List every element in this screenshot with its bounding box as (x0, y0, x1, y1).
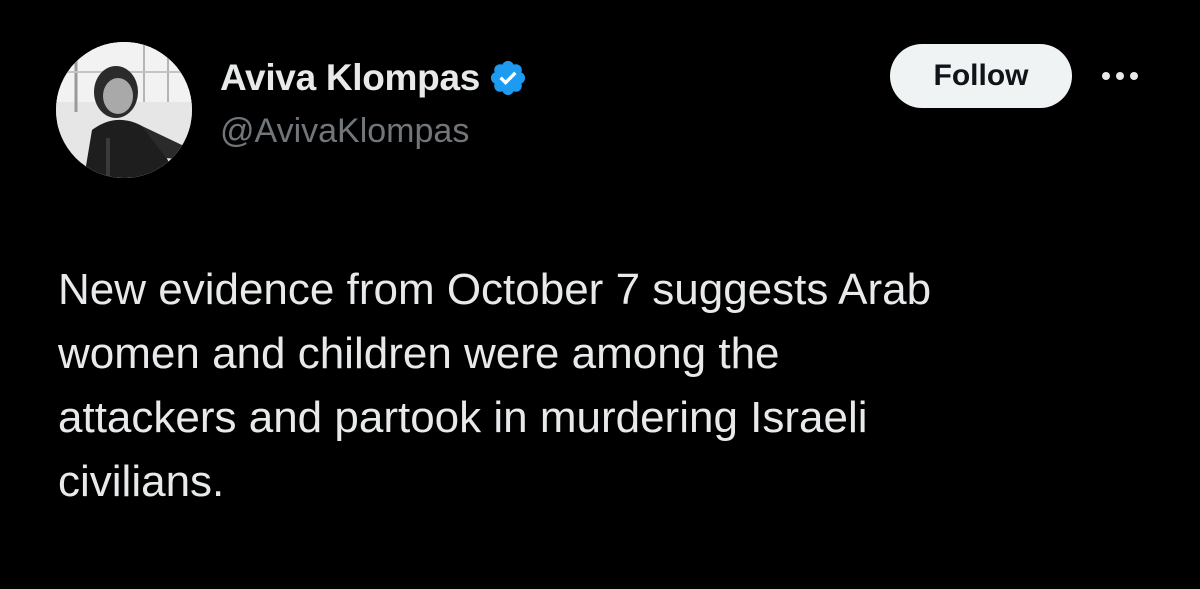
verified-badge-icon[interactable] (488, 58, 528, 98)
tweet-card: Aviva Klompas @AvivaKlompas Follow New e… (0, 0, 1200, 589)
avatar[interactable] (56, 42, 192, 178)
follow-button[interactable]: Follow (890, 44, 1072, 108)
author-name-row[interactable]: Aviva Klompas (220, 54, 528, 102)
author-handle[interactable]: @AvivaKlompas (220, 112, 469, 151)
more-options-icon[interactable] (1094, 58, 1146, 94)
profile-photo-image (56, 42, 192, 178)
author-display-name[interactable]: Aviva Klompas (220, 57, 480, 99)
tweet-text: New evidence from October 7 suggests Ara… (58, 265, 932, 506)
